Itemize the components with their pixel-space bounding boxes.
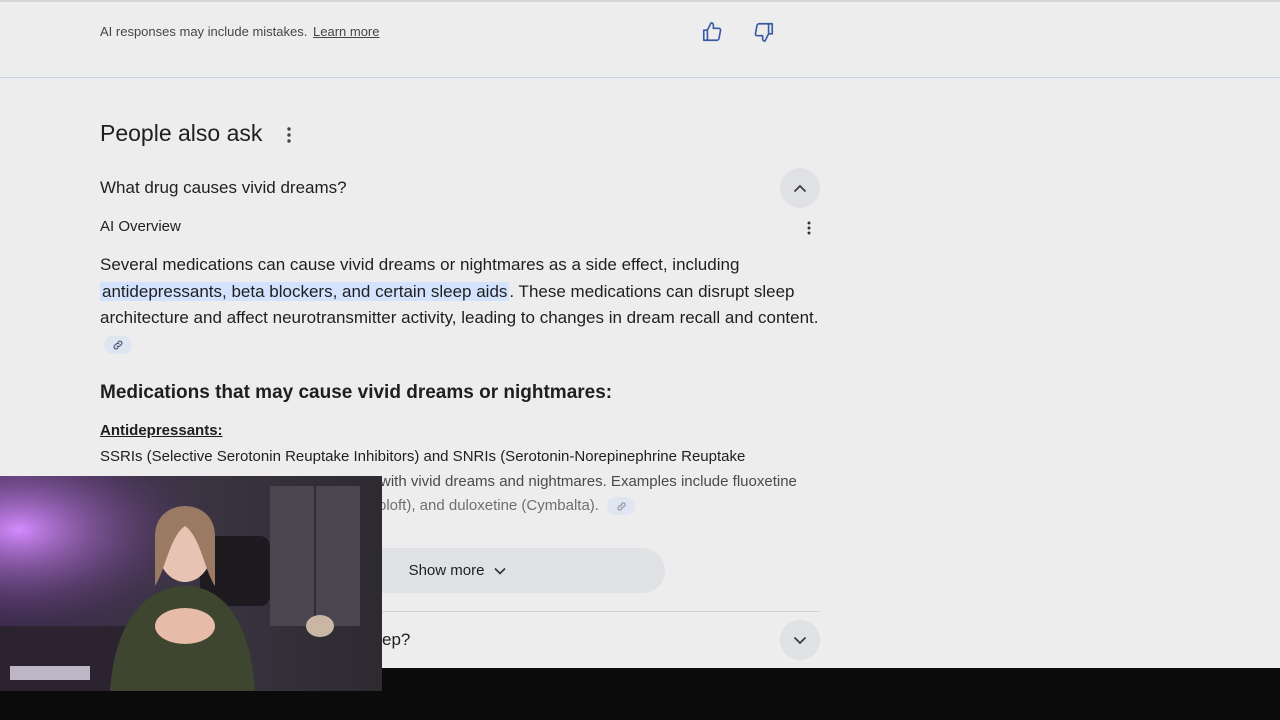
antidepressants-heading: Antidepressants: xyxy=(100,422,223,439)
highlighted-text: antidepressants, beta blockers, and cert… xyxy=(100,281,510,301)
chevron-down-icon xyxy=(494,567,507,575)
chevron-down-icon xyxy=(793,636,807,644)
paa-question-1[interactable]: What drug causes vivid dreams? xyxy=(100,178,347,198)
link-icon xyxy=(617,501,626,511)
link-icon xyxy=(113,340,123,350)
ai-overview-more-button[interactable] xyxy=(800,219,818,237)
more-vert-icon xyxy=(287,127,291,143)
thumbs-up-icon xyxy=(702,22,722,42)
ai-overview-paragraph: Several medications can cause vivid drea… xyxy=(100,252,822,358)
ai-disclaimer: AI responses may include mistakes. Learn… xyxy=(100,24,379,39)
collapse-question-button[interactable] xyxy=(780,168,820,208)
learn-more-link[interactable]: Learn more xyxy=(313,24,379,39)
thumbs-down-button[interactable] xyxy=(750,18,778,46)
thumbs-up-button[interactable] xyxy=(698,18,726,46)
more-vert-icon xyxy=(807,221,811,235)
ai-overview-label: AI Overview xyxy=(100,218,181,235)
disclaimer-text: AI responses may include mistakes. xyxy=(100,24,308,39)
paa-title: People also ask xyxy=(100,120,263,146)
text-line: SSRIs (Selective Serotonin Reuptake Inhi… xyxy=(100,448,746,465)
source-link-button[interactable] xyxy=(607,497,636,516)
webcam-overlay xyxy=(0,476,382,691)
paa-more-button[interactable] xyxy=(280,126,298,144)
text-line-content: oloft), and duloxetine (Cymbalta). xyxy=(378,497,599,514)
webcam-image xyxy=(0,476,382,691)
show-more-label: Show more xyxy=(408,562,485,579)
thumbs-down-icon xyxy=(754,22,774,42)
paragraph-text: Several medications can cause vivid drea… xyxy=(100,255,740,274)
chevron-up-icon xyxy=(793,184,807,192)
medications-heading: Medications that may cause vivid dreams … xyxy=(100,382,613,403)
expand-question-button[interactable] xyxy=(780,620,820,660)
feedback-bar: AI responses may include mistakes. Learn… xyxy=(0,0,1280,78)
source-link-button[interactable] xyxy=(104,336,132,355)
